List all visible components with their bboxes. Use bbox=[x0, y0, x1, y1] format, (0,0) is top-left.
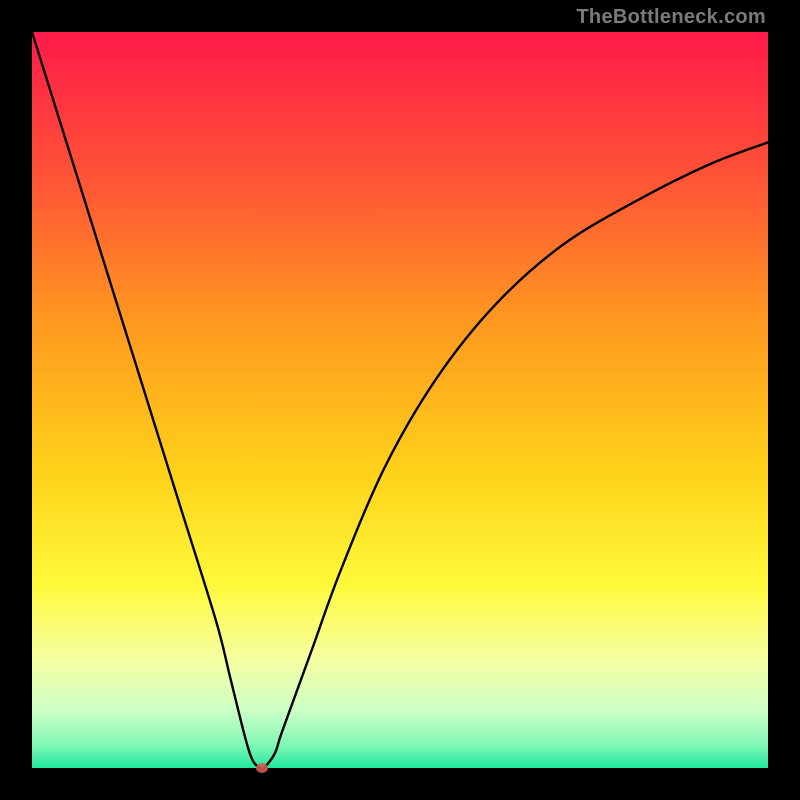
minimum-marker bbox=[256, 763, 268, 773]
watermark-text: TheBottleneck.com bbox=[576, 6, 766, 29]
background-gradient bbox=[32, 32, 768, 768]
chart-frame: TheBottleneck.com bbox=[0, 0, 800, 800]
plot-area bbox=[32, 32, 768, 768]
